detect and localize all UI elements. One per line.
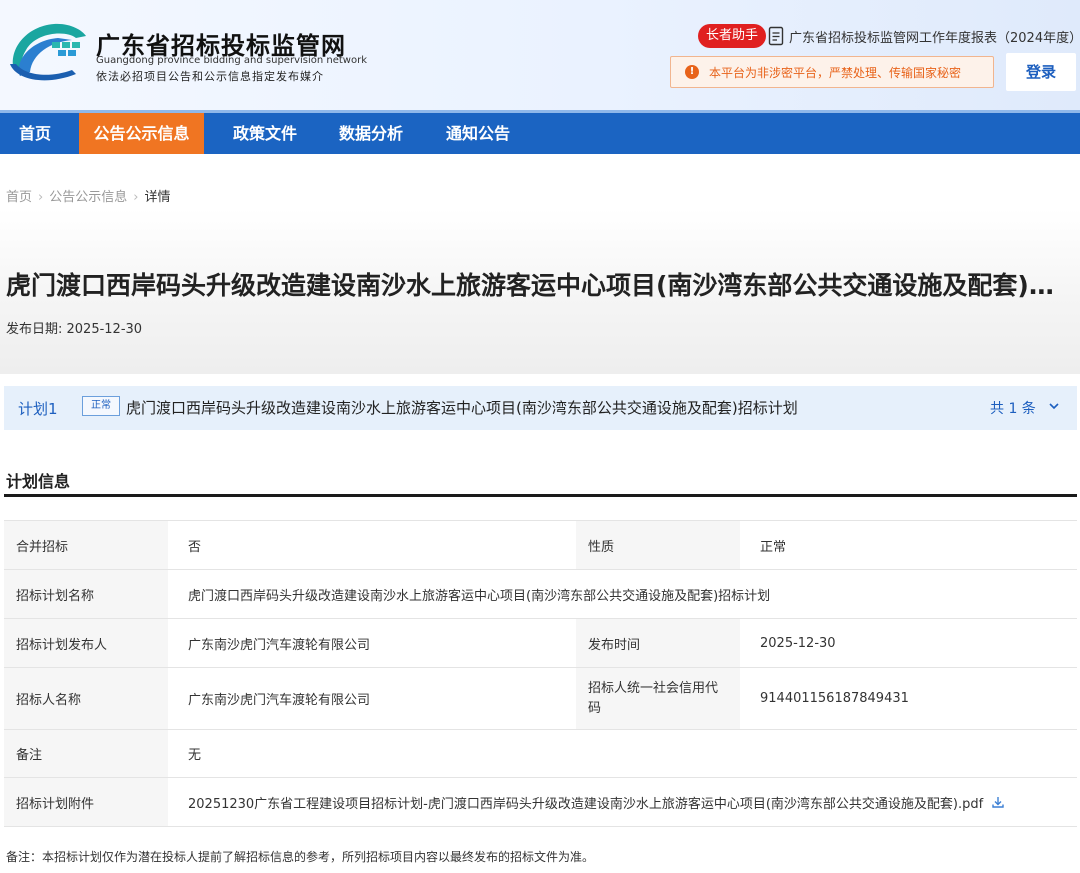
table-row: 合并招标 否 性质 正常 <box>4 521 1077 570</box>
download-icon[interactable] <box>991 795 1005 809</box>
alert-icon: ! <box>685 65 699 79</box>
plan-index-label: 计划1 <box>18 400 58 418</box>
nav-notices[interactable]: 通知公告 <box>433 113 523 154</box>
annual-report-link[interactable]: 广东省招标投标监管网工作年度报表（2024年度） <box>789 27 1080 46</box>
publish-time-value: 2025-12-30 <box>760 635 836 651</box>
section-title: 计划信息 <box>6 472 71 491</box>
chevron-down-icon[interactable] <box>1048 400 1060 412</box>
chevron-right-icon: › <box>38 190 44 205</box>
nav-data-analysis[interactable]: 数据分析 <box>326 113 416 154</box>
table-row: 招标计划附件 20251230广东省工程建设项目招标计划-虎门渡口西岸码头升级改… <box>4 778 1077 827</box>
tenderer-label: 招标人名称 <box>4 668 168 729</box>
elder-assistant-button[interactable]: 长者助手 <box>698 24 767 48</box>
page-title: 虎门渡口西岸码头升级改造建设南沙水上旅游客运中心项目(南沙湾东部公共交通设施及配… <box>6 271 1076 300</box>
nature-label: 性质 <box>576 521 740 569</box>
footnote: 备注：本招标计划仅作为潜在投标人提前了解招标信息的参考，所列招标项目内容以最终发… <box>6 850 595 864</box>
breadcrumb-current: 详情 <box>144 190 171 205</box>
security-warning-text: 本平台为非涉密平台，严禁处理、传输国家秘密 <box>709 66 962 80</box>
breadcrumb: 首页 › 公告公示信息 › 详情 <box>6 186 170 205</box>
tenderer-value: 广东南沙虎门汽车渡轮有限公司 <box>188 693 371 708</box>
site-header: 广东省招标投标监管网 Guangdong province bidding an… <box>0 0 1080 110</box>
nav-policy[interactable]: 政策文件 <box>220 113 310 154</box>
nav-home[interactable]: 首页 <box>0 113 70 154</box>
plan-name-label: 招标计划名称 <box>4 570 168 618</box>
login-button[interactable]: 登录 <box>1006 53 1076 91</box>
breadcrumb-home[interactable]: 首页 <box>6 190 32 205</box>
security-warning: ! 本平台为非涉密平台，严禁处理、传输国家秘密 <box>670 56 994 88</box>
plan-name: 虎门渡口西岸码头升级改造建设南沙水上旅游客运中心项目(南沙湾东部公共交通设施及配… <box>126 399 798 417</box>
plan-info-table: 合并招标 否 性质 正常 招标计划名称 虎门渡口西岸码头升级改造建设南沙水上旅游… <box>4 520 1077 827</box>
table-row: 招标计划发布人 广东南沙虎门汽车渡轮有限公司 发布时间 2025-12-30 <box>4 619 1077 668</box>
publish-time-label: 发布时间 <box>576 619 740 667</box>
nature-value: 正常 <box>760 539 787 555</box>
credit-code-value: 914401156187849431 <box>760 691 909 706</box>
publish-date: 发布日期: 2025-12-30 <box>6 322 143 337</box>
status-badge: 正常 <box>82 396 120 416</box>
document-icon <box>768 26 784 46</box>
remark-label: 备注 <box>4 730 168 777</box>
publisher-label: 招标计划发布人 <box>4 619 168 667</box>
merge-value: 否 <box>188 539 202 555</box>
site-title-en: Guangdong province bidding and supervisi… <box>96 55 367 66</box>
table-row: 招标人名称 广东南沙虎门汽车渡轮有限公司 招标人统一社会信用代码 9144011… <box>4 668 1077 730</box>
plan-name-value: 虎门渡口西岸码头升级改造建设南沙水上旅游客运中心项目(南沙湾东部公共交通设施及配… <box>188 588 771 604</box>
main-nav: 首页 公告公示信息 政策文件 数据分析 通知公告 <box>0 110 1080 154</box>
plan-count[interactable]: 共 1 条 <box>990 398 1036 418</box>
table-row: 招标计划名称 虎门渡口西岸码头升级改造建设南沙水上旅游客运中心项目(南沙湾东部公… <box>4 570 1077 619</box>
breadcrumb-announcements[interactable]: 公告公示信息 <box>49 190 127 205</box>
attachment-cell: 20251230广东省工程建设项目招标计划-虎门渡口西岸码头升级改造建设南沙水上… <box>174 778 1074 826</box>
attachment-link[interactable]: 20251230广东省工程建设项目招标计划-虎门渡口西岸码头升级改造建设南沙水上… <box>188 793 983 812</box>
attachment-label: 招标计划附件 <box>4 778 168 826</box>
site-logo[interactable] <box>6 20 88 86</box>
merge-label: 合并招标 <box>4 521 168 569</box>
site-subtitle: 依法必招项目公告和公示信息指定发布媒介 <box>96 70 324 83</box>
table-row: 备注 无 <box>4 730 1077 778</box>
remark-value: 无 <box>188 748 202 763</box>
publisher-value: 广东南沙虎门汽车渡轮有限公司 <box>188 637 371 653</box>
chevron-right-icon: › <box>133 190 139 205</box>
credit-code-label: 招标人统一社会信用代码 <box>576 668 740 729</box>
plan-selector[interactable]: 计划1 正常 虎门渡口西岸码头升级改造建设南沙水上旅游客运中心项目(南沙湾东部公… <box>4 386 1077 430</box>
section-divider <box>4 494 1077 497</box>
nav-announcements[interactable]: 公告公示信息 <box>79 113 204 154</box>
